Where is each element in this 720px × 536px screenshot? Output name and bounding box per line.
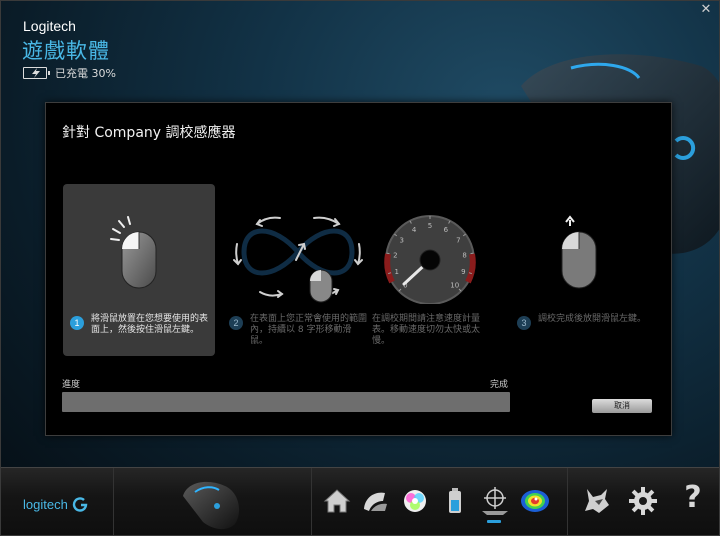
lighting-icon[interactable]	[399, 485, 431, 517]
gauge-tick-label: 6	[444, 226, 449, 234]
dialog-title: 針對 Company 調校感應器	[62, 125, 236, 141]
step-3-release-button: 3 調校完成後放開滑鼠左鍵。	[510, 184, 662, 356]
gauge-tick-label: 5	[428, 222, 432, 230]
toolbar-divider	[567, 468, 568, 535]
figure-eight-motion-icon	[233, 216, 363, 303]
surface-tuning-icon[interactable]	[479, 485, 511, 517]
main-window: ✕ Logitech 遊戲軟體 已充電 30% 針對 Company 調校感應器	[0, 0, 720, 536]
step-2-number: 2	[229, 316, 243, 330]
gauge-tick-label: 10	[450, 282, 459, 290]
gauge-tick-label: 9	[461, 268, 465, 276]
progress-bar	[62, 392, 510, 412]
step-2-text: 在表面上您正常會使用的範圍內，持續以 8 字形移動滑鼠。	[250, 314, 368, 346]
pointer-settings-icon[interactable]	[359, 485, 391, 517]
logo-text: logitech	[23, 496, 68, 512]
gauge-tick-label: 7	[456, 236, 460, 244]
gauge-tick-label: 2	[393, 252, 397, 260]
step-1-number: 1	[70, 316, 84, 330]
cancel-button[interactable]: 取消	[592, 399, 652, 413]
battery-text: 已充電 30%	[55, 67, 116, 80]
step-3-number: 3	[517, 316, 531, 330]
gauge-tick-label: 3	[399, 236, 403, 244]
gauge-tick-label: 8	[462, 252, 466, 260]
app-title: 遊戲軟體	[22, 39, 110, 63]
mouse-click-icon	[110, 216, 157, 289]
logitech-g-icon	[72, 497, 88, 512]
active-tab-indicator	[487, 520, 501, 523]
battery-charging-icon	[23, 67, 50, 79]
close-button[interactable]: ✕	[699, 3, 713, 17]
gauge-tick-label: 4	[412, 226, 417, 234]
step-1-hold-button: 1 將滑鼠放置在您想要使用的表面上，然後按住滑鼠左鍵。	[63, 184, 215, 356]
logitech-logo: logitech	[23, 496, 88, 512]
toolbar-divider	[311, 468, 312, 535]
gauge-tick-mark	[470, 252, 474, 255]
step-speed-gauge: 0 1 2 3 4 5 6 7 8 9 10 在調校期間請注意速度計量表。移動速度切勿太快或太慢。	[364, 184, 516, 356]
battery-icon[interactable]	[439, 485, 471, 517]
home-icon[interactable]	[321, 485, 353, 517]
battery-status: 已充電 30%	[23, 65, 116, 81]
help-icon[interactable]: ?	[677, 480, 709, 515]
step-1-text: 將滑鼠放置在您想要使用的表面上，然後按住滑鼠左鍵。	[91, 314, 209, 335]
speed-gauge-icon: 01234 5 678910	[384, 215, 476, 304]
step-speed-text: 在調校期間請注意速度計量表。移動速度切勿太快或太慢。	[372, 314, 481, 346]
calibration-dialog: 針對 Company 調校感應器 1 將滑鼠放置在您想要使用的表面上，然後按住滑…	[45, 102, 672, 436]
heatmap-icon[interactable]	[519, 485, 551, 517]
brand-name: Logitech	[23, 18, 76, 34]
mouse-release-icon	[561, 215, 597, 289]
gauge-tick-mark	[386, 252, 390, 255]
step-3-text: 調校完成後放開滑鼠左鍵。	[538, 314, 647, 324]
device-mouse-icon[interactable]	[177, 476, 247, 532]
settings-gear-icon[interactable]	[627, 485, 659, 517]
progress-done-label: 完成	[490, 380, 509, 390]
step-2-figure-eight: 2 在表面上您正常會使用的範圍內，持續以 8 字形移動滑鼠。	[222, 184, 374, 356]
progress-label: 進度	[62, 380, 81, 390]
gauge-tick-label: 1	[394, 268, 398, 276]
toolbar-divider	[113, 468, 114, 535]
bottom-toolbar: logitech ?	[1, 467, 719, 535]
community-icon[interactable]	[581, 485, 613, 517]
